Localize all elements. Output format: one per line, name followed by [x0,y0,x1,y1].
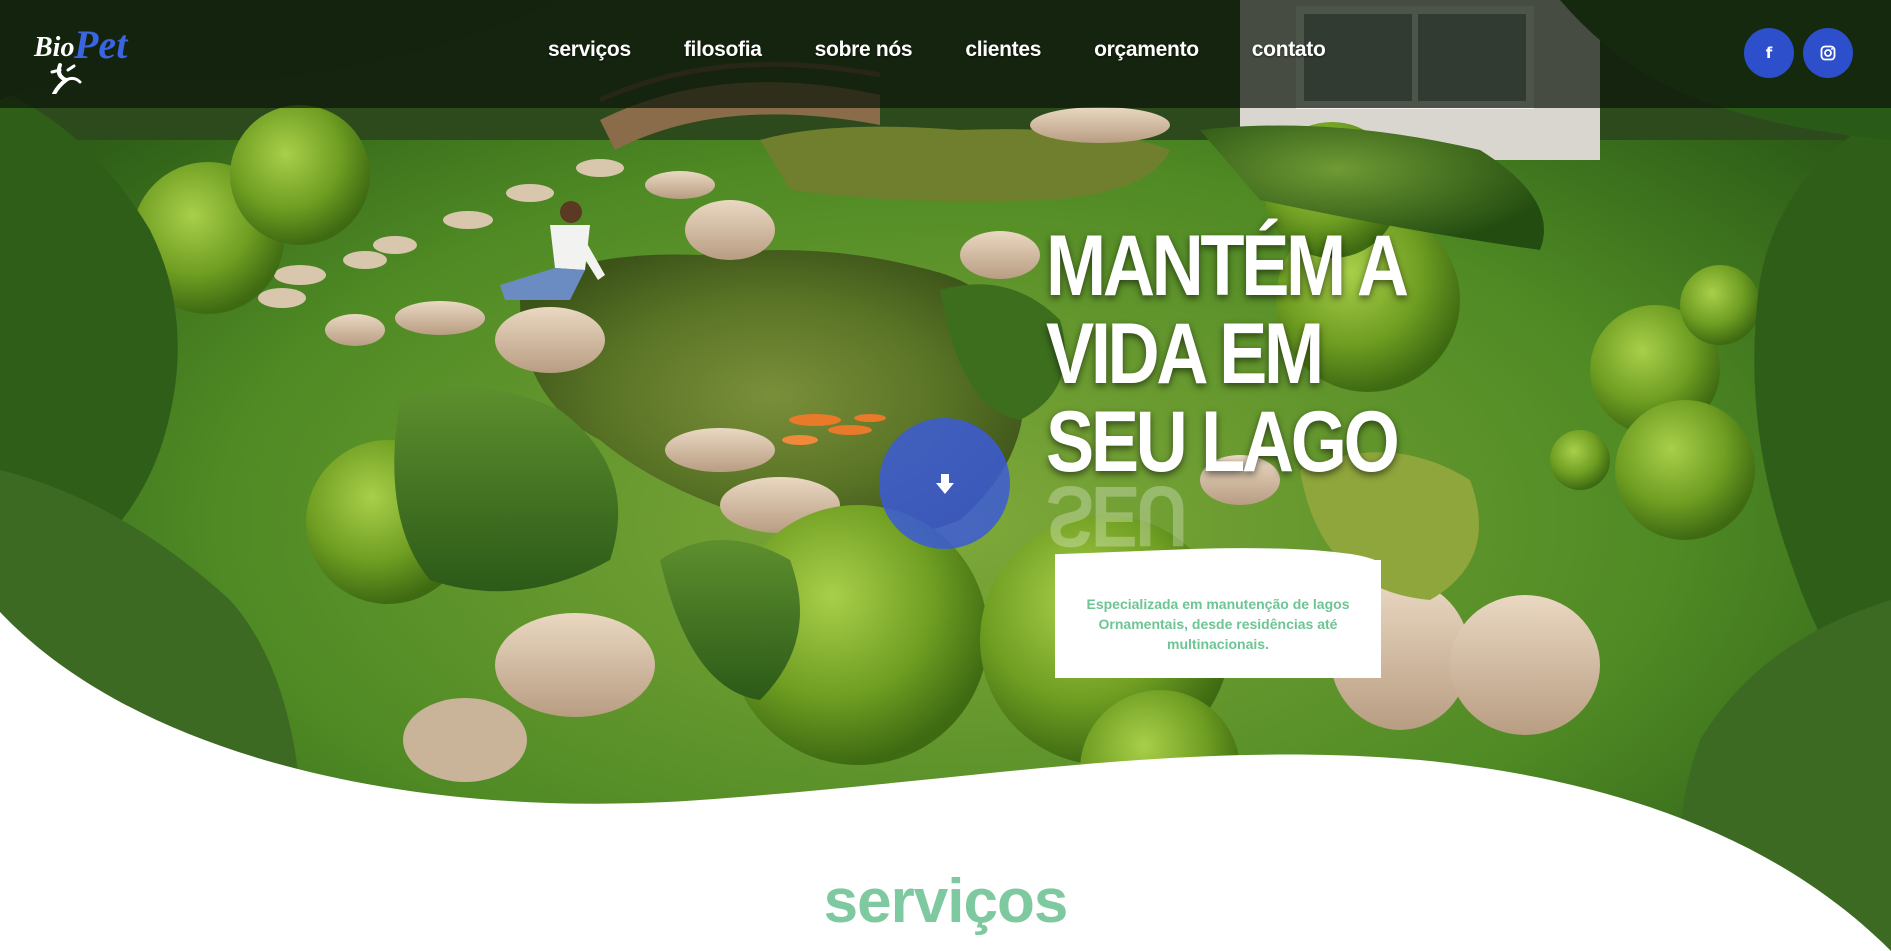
instagram-icon [1820,45,1836,61]
logo-bio-text: Bio [33,32,74,63]
nav-item-sobre-nos[interactable]: sobre nós [815,38,913,62]
section-title-servicos: serviços [823,867,1069,936]
nav-item-clientes[interactable]: clientes [965,38,1041,62]
logo[interactable]: Bio Pet [30,10,135,96]
arrow-down-icon [935,473,954,494]
instagram-button[interactable] [1803,28,1853,78]
nav-item-contato[interactable]: contato [1252,38,1326,62]
nav-item-servicos[interactable]: serviços [548,38,631,62]
main-nav: serviços filosofia sobre nós clientes or… [548,38,1326,62]
logo-pet-text: Pet [73,22,129,67]
hero-tagline: Especializada em manutenção de lagos Orn… [1086,596,1350,652]
tagline-card: Especializada em manutenção de lagos Orn… [1055,560,1381,678]
hero-headline-line-2: VIDA EM [1046,306,1324,402]
hero-headline-line-1: MANTÉM A [1046,218,1409,314]
nav-item-filosofia[interactable]: filosofia [684,38,762,62]
header: Bio Pet serviços filosofia sobre nós cli… [0,0,1891,108]
hero-headline-reflection: SEU [1046,470,1399,560]
hero-section: Bio Pet serviços filosofia sobre nós cli… [0,0,1891,951]
nav-item-orcamento[interactable]: orçamento [1094,38,1199,62]
facebook-icon: f [1765,43,1773,62]
scroll-down-button[interactable] [879,418,1010,549]
hero-reflection-text: SEU [1046,470,1185,560]
hero-headline: MANTÉM A VIDA EM SEU LAGO [1046,218,1409,486]
facebook-button[interactable]: f [1744,28,1794,78]
